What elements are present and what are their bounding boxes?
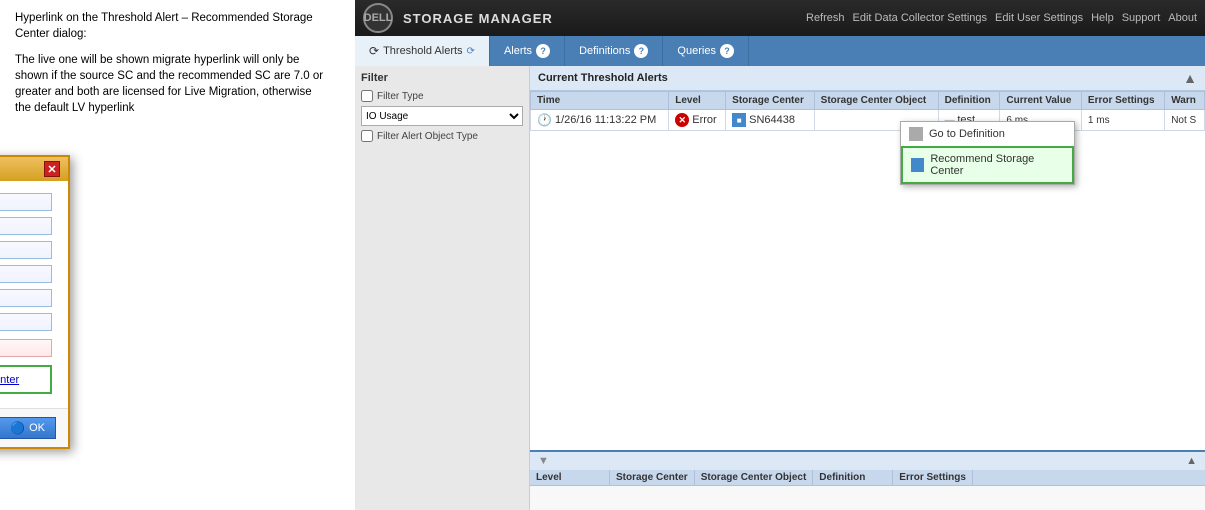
dialog-close-button[interactable]: ✕ xyxy=(44,161,60,177)
topbar: DELL STORAGE MANAGER Refresh Edit Data C… xyxy=(355,0,1205,36)
tab-alerts[interactable]: Alerts ? xyxy=(490,36,565,66)
row-status-icon: 🕐 1/26/16 11:13:22 PM xyxy=(537,113,656,127)
support-link[interactable]: Support xyxy=(1122,12,1161,24)
ok-button[interactable]: 🔵 OK xyxy=(0,417,56,439)
type-input[interactable] xyxy=(0,193,52,211)
bottom-section: ▼ ▲ Level Storage Center Storage Center … xyxy=(530,450,1205,510)
edit-user-link[interactable]: Edit User Settings xyxy=(995,12,1083,24)
recommended-sc-input[interactable] xyxy=(0,339,52,357)
alert-object-type-input[interactable] xyxy=(0,217,52,235)
dialog-body: Type Alert Object Type Alert Definition … xyxy=(0,181,68,408)
filter-object-type-row: Filter Alert Object Type xyxy=(361,130,523,142)
ctx-go-to-definition[interactable]: Go to Definition xyxy=(901,122,1074,146)
tab-queries[interactable]: Queries ? xyxy=(663,36,749,66)
tab-threshold-alerts[interactable]: ⟳ Threshold Alerts ⟳ xyxy=(355,36,490,66)
table-row[interactable]: 🕐 1/26/16 11:13:22 PM ✕ Error xyxy=(531,110,1205,131)
cell-time: 🕐 1/26/16 11:13:22 PM xyxy=(531,110,669,131)
recommended-sc-row: Recommended Storage Center xyxy=(0,337,52,359)
bottom-col-sc: Storage Center xyxy=(610,470,695,485)
queries-help-icon: ? xyxy=(720,44,734,58)
description-para-1: Hyperlink on the Threshold Alert – Recom… xyxy=(15,10,330,42)
alert-definition-input[interactable] xyxy=(0,241,52,259)
alert-definition-row: Alert Definition xyxy=(0,241,52,259)
bottom-col-sc-object: Storage Center Object xyxy=(695,470,814,485)
col-level: Level xyxy=(669,92,726,110)
filter-title: Filter xyxy=(361,72,523,84)
io-usage-select[interactable]: IO Usage xyxy=(361,106,523,126)
col-error-settings: Error Settings xyxy=(1081,92,1164,110)
live-migrate-text: Live migrate the volume to the recommend… xyxy=(0,374,19,386)
bottom-col-error-settings: Error Settings xyxy=(893,470,973,485)
help-link[interactable]: Help xyxy=(1091,12,1114,24)
error-badge-icon: ✕ xyxy=(675,113,689,127)
storage-center-icon: ■ xyxy=(732,113,746,127)
left-description-panel: Hyperlink on the Threshold Alert – Recom… xyxy=(0,0,345,137)
recommend-reason-input[interactable] xyxy=(0,289,52,307)
current-alerts-header: Current Threshold Alerts ▲ xyxy=(530,66,1205,91)
alerts-help-icon: ? xyxy=(536,44,550,58)
content-area: Filter Filter Type IO Usage Filter Alert… xyxy=(355,66,1205,510)
refresh-link[interactable]: Refresh xyxy=(806,12,845,24)
volume-input[interactable] xyxy=(0,313,52,331)
topbar-links: Refresh Edit Data Collector Settings Edi… xyxy=(806,12,1197,24)
bottom-col-level: Level xyxy=(530,470,610,485)
recommend-sc-icon xyxy=(911,158,924,172)
bottom-col-definition: Definition xyxy=(813,470,893,485)
refresh-icon: ⟳ xyxy=(369,44,379,58)
col-sc-object: Storage Center Object xyxy=(814,92,938,110)
bottom-table-header: Level Storage Center Storage Center Obje… xyxy=(530,470,1205,486)
current-sc-input[interactable] xyxy=(0,265,52,283)
sc-status: ■ SN64438 xyxy=(732,113,795,127)
filter-alert-object-checkbox[interactable] xyxy=(361,130,373,142)
level-status: ✕ Error xyxy=(675,113,716,127)
filter-type-row: Filter Type xyxy=(361,90,523,102)
live-migrate-link[interactable]: ✿ Live migrate the volume to the recomme… xyxy=(0,365,52,394)
nav-tabs: ⟳ Threshold Alerts ⟳ Alerts ? Definition… xyxy=(355,36,1205,66)
filter-type-checkbox[interactable] xyxy=(361,90,373,102)
app-title: STORAGE MANAGER xyxy=(403,11,806,26)
recommend-reason-row: Recommend Reason xyxy=(0,289,52,307)
type-field-row: Type xyxy=(0,193,52,211)
cell-error-settings: 1 ms xyxy=(1081,110,1164,131)
ok-icon: 🔵 xyxy=(10,421,25,435)
tab-definitions[interactable]: Definitions ? xyxy=(565,36,663,66)
alert-object-type-row: Alert Object Type xyxy=(0,217,52,235)
col-time: Time xyxy=(531,92,669,110)
filter-type-label: Filter Type xyxy=(377,91,424,102)
col-storage-center: Storage Center xyxy=(726,92,815,110)
dialog-titlebar: ▦ Recommend Storage Center ✕ xyxy=(0,157,68,181)
volume-row: Volume xyxy=(0,313,52,331)
cell-warn: Not S xyxy=(1165,110,1205,131)
col-warn: Warn xyxy=(1165,92,1205,110)
col-definition: Definition xyxy=(938,92,1000,110)
cell-storage-center: ■ SN64438 xyxy=(726,110,815,131)
edit-collector-link[interactable]: Edit Data Collector Settings xyxy=(853,12,988,24)
scroll-down-icon[interactable]: ▲ xyxy=(1186,455,1197,467)
recommend-dialog: ▦ Recommend Storage Center ✕ Type Alert … xyxy=(0,155,70,449)
bottom-section-header: ▼ ▲ xyxy=(530,452,1205,470)
current-alerts-title: Current Threshold Alerts xyxy=(538,72,668,84)
tab-refresh-icon: ⟳ xyxy=(467,46,475,57)
scroll-up-icon[interactable]: ▲ xyxy=(1183,70,1197,86)
alerts-table: Time Level Storage Center Storage Center… xyxy=(530,91,1205,131)
dell-logo: DELL xyxy=(363,3,393,33)
about-link[interactable]: About xyxy=(1168,12,1197,24)
ctx-recommend-storage-center[interactable]: Recommend Storage Center xyxy=(901,146,1074,184)
filter-alert-object-label: Filter Alert Object Type xyxy=(377,131,478,142)
description-para-2: The live one will be shown migrate hyper… xyxy=(15,52,330,116)
application-window: DELL STORAGE MANAGER Refresh Edit Data C… xyxy=(355,0,1205,510)
go-to-definition-icon xyxy=(909,127,923,141)
clock-icon: 🕐 xyxy=(537,113,552,127)
dialog-footer: ? Help ✕ Cancel 🔵 OK xyxy=(0,408,68,447)
filter-panel: Filter Filter Type IO Usage Filter Alert… xyxy=(355,66,530,510)
current-sc-row: Current Storage Center xyxy=(0,265,52,283)
main-panel: Current Threshold Alerts ▲ Time Level St… xyxy=(530,66,1205,510)
col-current-value: Current Value xyxy=(1000,92,1082,110)
definitions-help-icon: ? xyxy=(634,44,648,58)
context-menu: Go to Definition Recommend Storage Cente… xyxy=(900,121,1075,185)
cell-level: ✕ Error xyxy=(669,110,726,131)
